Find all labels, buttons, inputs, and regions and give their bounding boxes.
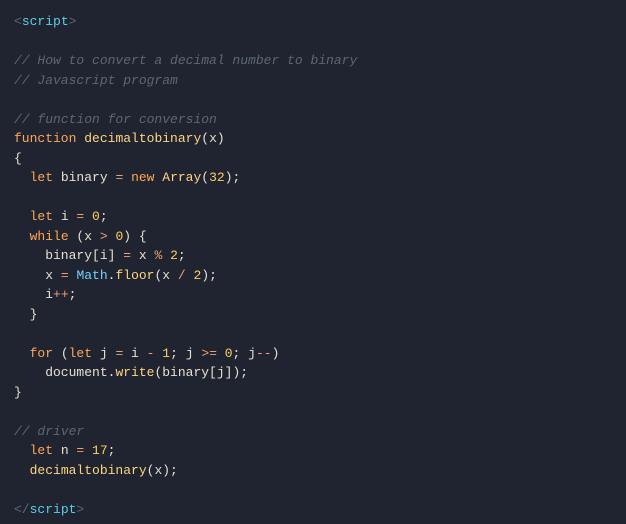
tag-name: script	[30, 502, 77, 517]
keyword: for	[30, 346, 53, 361]
code-line: let n = 17;	[14, 443, 115, 458]
code-line: document.write(binary[j]);	[14, 365, 248, 380]
comment: // How to convert a decimal number to bi…	[14, 53, 357, 68]
code-line: decimaltobinary(x);	[14, 463, 178, 478]
param: x	[209, 131, 217, 146]
code-line: i++;	[14, 287, 76, 302]
code-line: {	[14, 151, 22, 166]
angle-open: </	[14, 502, 30, 517]
code-line: x = Math.floor(x / 2);	[14, 268, 217, 283]
number: 17	[92, 443, 108, 458]
function-call: decimaltobinary	[30, 463, 147, 478]
keyword: let	[69, 346, 92, 361]
code-line: binary[i] = x % 2;	[14, 248, 186, 263]
code-line: function decimaltobinary(x)	[14, 131, 225, 146]
number: 1	[162, 346, 170, 361]
keyword: while	[30, 229, 69, 244]
function-name: decimaltobinary	[84, 131, 201, 146]
code-line: // Javascript program	[14, 73, 178, 88]
brace: }	[14, 385, 22, 400]
builtin: Math	[76, 268, 107, 283]
code-line: <script>	[14, 14, 76, 29]
comment: // function for conversion	[14, 112, 217, 127]
operator: =	[123, 248, 131, 263]
operator: --	[256, 346, 272, 361]
operator: =	[61, 268, 69, 283]
code-line: let i = 0;	[14, 209, 108, 224]
operator: ++	[53, 287, 69, 302]
brace: {	[14, 151, 22, 166]
number: 0	[225, 346, 233, 361]
angle-close: >	[69, 14, 77, 29]
operator: /	[178, 268, 186, 283]
number: 32	[209, 170, 225, 185]
tag-name: script	[22, 14, 69, 29]
angle-open: <	[14, 14, 22, 29]
code-line: let binary = new Array(32);	[14, 170, 240, 185]
code-line: </script>	[14, 502, 84, 517]
code-block: <script> // How to convert a decimal num…	[14, 12, 612, 519]
keyword: let	[30, 443, 53, 458]
keyword: new	[131, 170, 154, 185]
number: 0	[92, 209, 100, 224]
angle-close: >	[76, 502, 84, 517]
code-line: // How to convert a decimal number to bi…	[14, 53, 357, 68]
code-line: while (x > 0) {	[14, 229, 147, 244]
comment: // Javascript program	[14, 73, 178, 88]
code-line: for (let j = i - 1; j >= 0; j--)	[14, 346, 279, 361]
method: write	[115, 365, 154, 380]
comment: // driver	[14, 424, 84, 439]
code-line: // function for conversion	[14, 112, 217, 127]
brace: }	[14, 307, 37, 322]
code-line: }	[14, 307, 37, 322]
operator: >=	[201, 346, 217, 361]
keyword: function	[14, 131, 76, 146]
method: floor	[115, 268, 154, 283]
code-line: }	[14, 385, 22, 400]
operator: >	[100, 229, 108, 244]
number: 2	[170, 248, 178, 263]
keyword: let	[30, 209, 53, 224]
builtin: Array	[162, 170, 201, 185]
keyword: let	[30, 170, 53, 185]
code-line: // driver	[14, 424, 84, 439]
